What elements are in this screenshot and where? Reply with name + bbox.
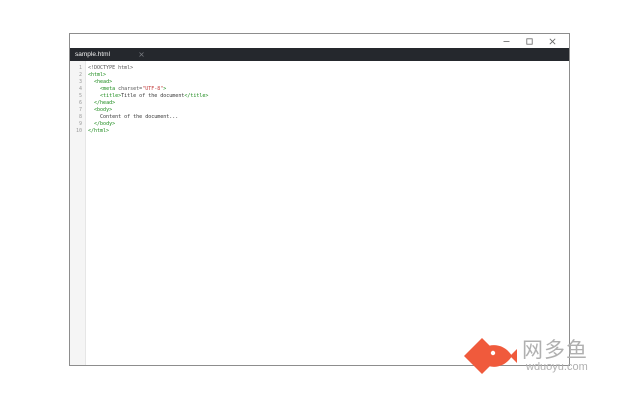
code-token: "UTF-8" (142, 86, 164, 92)
tab-close-icon[interactable] (138, 51, 145, 58)
maximize-icon (526, 37, 533, 45)
line-number: 10 (75, 128, 82, 134)
watermark-brand: 网多鱼 (522, 338, 588, 362)
code-token: <body> (94, 107, 113, 113)
line-number: 6 (78, 100, 82, 106)
tab-label: sample.html (75, 51, 111, 58)
line-number: 8 (78, 114, 82, 120)
code-token: </title> (184, 93, 209, 99)
tab-sample-html[interactable]: sample.html (70, 48, 150, 61)
watermark-url: wduoyu.com (526, 361, 588, 373)
code-line: <html> (88, 72, 106, 79)
code-line: <!DOCTYPE html> (88, 65, 133, 72)
code-line: <title>Title of the document</title> (88, 93, 208, 100)
code-token: <!DOCTYPE html> (88, 65, 134, 71)
code-line: </html> (88, 128, 109, 135)
code-token: <head> (94, 79, 113, 85)
code-editor[interactable]: 1 2 3 4 5 6 7 8 9 10 <!DOCTYPE html> <html> <head>… (70, 61, 569, 365)
code-token: charset= (118, 86, 143, 92)
code-token: </html> (88, 128, 110, 134)
code-line: Content of the document... (88, 114, 178, 121)
line-number: 4 (78, 86, 82, 92)
line-number: 3 (78, 79, 82, 85)
line-number: 1 (78, 65, 82, 71)
code-token: <meta (100, 86, 119, 92)
window-controls (495, 34, 564, 48)
line-number: 2 (78, 72, 82, 78)
code-line: <head> (88, 79, 112, 86)
minimize-button[interactable] (495, 34, 518, 48)
close-button[interactable] (541, 34, 564, 48)
code-line: <body> (88, 107, 112, 114)
line-number: 5 (78, 93, 82, 99)
line-number: 7 (78, 107, 82, 113)
code-line: <meta charset="UTF-8"> (88, 86, 166, 93)
code-token: </head> (94, 100, 116, 106)
code-token: Title of the document (121, 93, 185, 99)
code-token: > (163, 86, 167, 92)
tab-bar: sample.html (70, 48, 569, 61)
fish-logo-icon (464, 338, 517, 374)
code-area[interactable]: <!DOCTYPE html> <html> <head> <meta chars… (88, 61, 569, 365)
maximize-button[interactable] (518, 34, 541, 48)
code-line: </head> (88, 100, 115, 107)
minimize-icon (503, 40, 510, 42)
code-token: <html> (88, 72, 107, 78)
code-line: </body> (88, 121, 115, 128)
title-bar[interactable] (70, 34, 569, 48)
close-icon (549, 38, 556, 44)
line-number: 9 (78, 121, 82, 127)
line-number-gutter: 1 2 3 4 5 6 7 8 9 10 (70, 61, 86, 365)
watermark: 网多鱼 wduoyu.com (460, 330, 600, 378)
code-token: </body> (94, 121, 116, 127)
editor-window: sample.html 1 2 3 4 5 6 7 8 9 10 <!DOCTYPE html> <… (69, 33, 570, 366)
code-token: Content of the document... (88, 114, 179, 120)
code-token: <title> (100, 93, 122, 99)
